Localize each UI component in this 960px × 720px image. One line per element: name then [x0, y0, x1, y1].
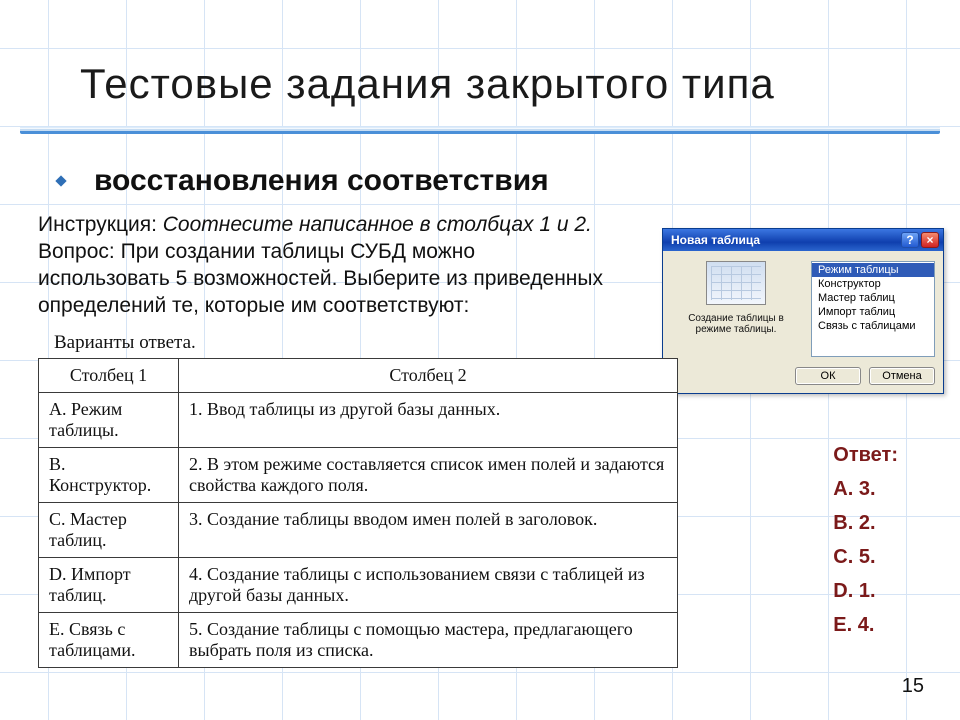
table-row: A. Режим таблицы.1. Ввод таблицы из друг…: [39, 392, 678, 447]
table-row: E. Связь с таблицами.5. Создание таблицы…: [39, 612, 678, 667]
bullet-icon: [52, 172, 70, 190]
title-underline: [20, 126, 940, 134]
slide-number: 15: [902, 675, 924, 698]
table-row: D. Импорт таблиц.4. Создание таблицы с и…: [39, 557, 678, 612]
table-row: C. Мастер таблиц.3. Создание таблицы вво…: [39, 502, 678, 557]
col2-header: Столбец 2: [179, 358, 678, 392]
col1-header: Столбец 1: [39, 358, 179, 392]
instruction-label: Инструкция:: [38, 213, 157, 236]
instruction-block: Инструкция: Соотнесите написанное в стол…: [0, 212, 610, 320]
slide-subtitle: восстановления соответствия: [94, 164, 549, 198]
table-row: B. Конструктор.2. В этом режиме составля…: [39, 447, 678, 502]
answers-caption: Варианты ответа.: [0, 320, 960, 358]
answer-table: Столбец 1 Столбец 2 A. Режим таблицы.1. …: [38, 358, 678, 668]
question-label: Вопрос:: [38, 240, 115, 263]
question-text: При создании таблицы СУБД можно использо…: [38, 240, 603, 317]
slide-title: Тестовые задания закрытого типа: [0, 0, 960, 118]
instruction-text: Соотнесите написанное в столбцах 1 и 2.: [163, 213, 592, 236]
